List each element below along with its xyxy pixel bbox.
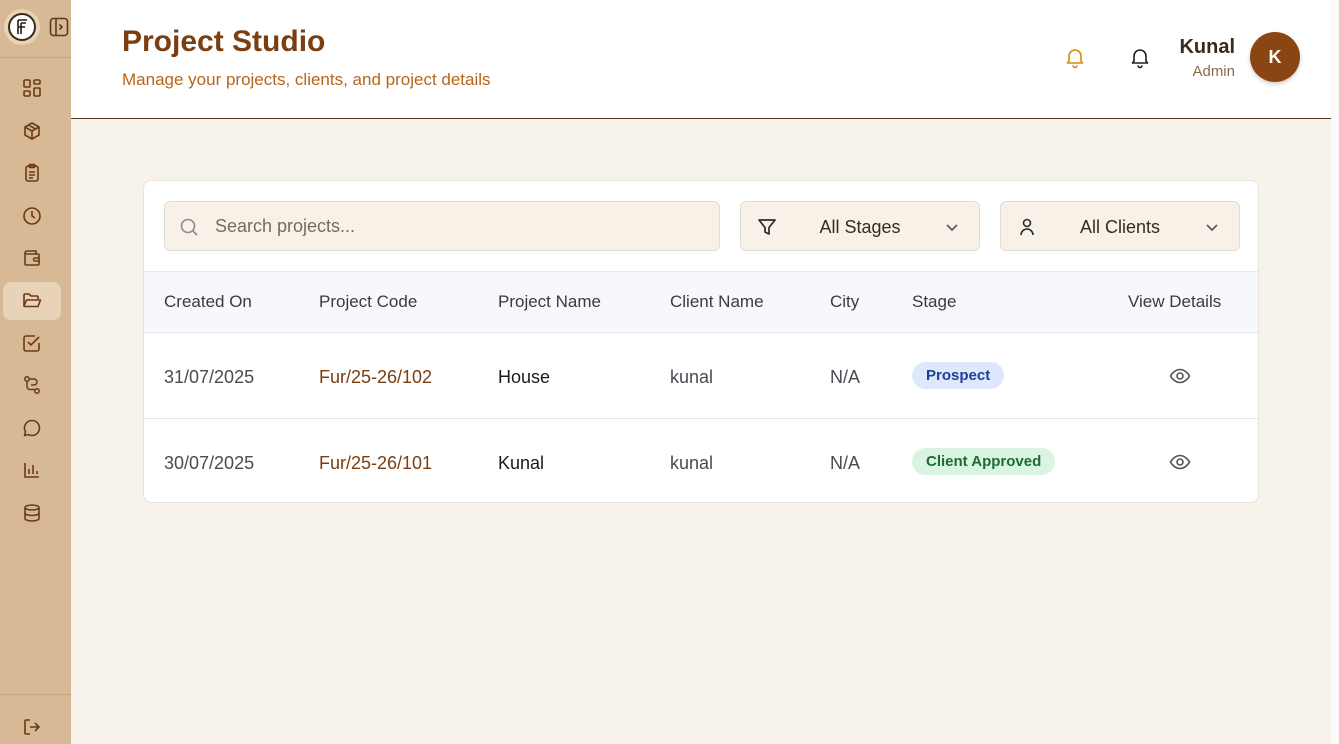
clipboard-icon xyxy=(25,163,39,182)
user-role: Admin xyxy=(1192,63,1235,80)
column-header-created-on[interactable]: Created On xyxy=(164,292,252,312)
folder-open-icon xyxy=(23,293,42,308)
stage-filter-select[interactable]: All Stages xyxy=(740,201,980,251)
sidebar-item-products[interactable] xyxy=(3,112,61,150)
user-name: Kunal xyxy=(1179,36,1235,58)
stage-badge: Prospect xyxy=(912,362,1005,389)
route-icon xyxy=(24,376,40,394)
sidebar-item-history[interactable] xyxy=(3,197,61,235)
view-details-eye-icon[interactable] xyxy=(1169,365,1191,387)
column-header-project-code[interactable]: Project Code xyxy=(319,292,417,312)
alerts-bell-icon[interactable] xyxy=(1128,45,1152,69)
column-header-project-name[interactable]: Project Name xyxy=(498,292,601,312)
sidebar-item-reports[interactable] xyxy=(3,451,61,489)
sidebar-item-workflow[interactable] xyxy=(3,366,61,404)
chat-icon xyxy=(23,419,41,437)
project-name-cell: House xyxy=(498,367,551,387)
chevron-down-icon xyxy=(946,224,958,232)
checkbox-icon xyxy=(23,335,40,352)
box-icon xyxy=(24,122,40,140)
project-name-cell: Kunal xyxy=(498,453,545,473)
sidebar-item-dashboard[interactable] xyxy=(3,69,61,107)
wallet-icon xyxy=(24,250,40,266)
project-code-cell: Fur/25-26/102 xyxy=(319,367,433,387)
sidebar-item-projects[interactable] xyxy=(3,282,61,320)
sidebar-item-database[interactable] xyxy=(3,494,61,532)
client-filter-select[interactable]: All Clients xyxy=(1000,201,1240,251)
client-name-cell: kunal xyxy=(670,453,714,473)
stage-badge: Client Approved xyxy=(912,448,1056,475)
notification-bell-icon[interactable] xyxy=(1063,45,1087,69)
column-header-client-name[interactable]: Client Name xyxy=(670,292,764,312)
column-header-city[interactable]: City xyxy=(830,292,859,312)
page-header: Project Studio Manage your projects, cli… xyxy=(71,0,1331,119)
sidebar-item-approvals[interactable] xyxy=(3,324,61,362)
city-cell: N/A xyxy=(830,453,861,473)
clock-icon xyxy=(23,207,41,225)
created-on-cell: 31/07/2025 xyxy=(164,367,255,387)
view-details-eye-icon[interactable] xyxy=(1169,451,1191,473)
table-header: Created On Project Code Project Name Cli… xyxy=(144,271,1258,333)
project-code-cell: Fur/25-26/101 xyxy=(319,453,433,473)
search-input[interactable] xyxy=(215,202,705,250)
search-box xyxy=(164,201,720,251)
table-row[interactable]: 30/07/2025 Fur/25-26/101 Kunal kunal N/A… xyxy=(144,419,1258,502)
table-row[interactable]: 31/07/2025 Fur/25-26/102 House kunal N/A… xyxy=(144,333,1258,419)
bar-chart-icon xyxy=(24,463,39,478)
sidebar-footer xyxy=(0,694,71,744)
column-header-stage[interactable]: Stage xyxy=(912,292,956,312)
search-icon xyxy=(180,218,198,236)
dashboard-icon xyxy=(23,79,41,97)
column-header-view-details: View Details xyxy=(1128,292,1222,311)
page-title: Project Studio xyxy=(122,25,326,58)
sidebar xyxy=(0,0,71,744)
sidebar-header xyxy=(0,0,71,58)
created-on-cell: 30/07/2025 xyxy=(164,453,255,473)
sidebar-item-wallet[interactable] xyxy=(3,239,61,277)
database-icon xyxy=(24,504,40,522)
chevron-down-icon xyxy=(1206,224,1218,232)
avatar[interactable]: K xyxy=(1250,32,1300,82)
client-name-cell: kunal xyxy=(670,367,714,387)
logout-icon[interactable] xyxy=(20,715,44,739)
city-cell: N/A xyxy=(830,367,861,387)
page-subtitle: Manage your projects, clients, and proje… xyxy=(122,70,491,89)
scroll-gutter xyxy=(1331,0,1339,744)
sidebar-item-tasks[interactable] xyxy=(3,154,61,192)
projects-card: All Stages All Clients Created On Projec… xyxy=(143,180,1259,503)
sidebar-collapse-icon[interactable] xyxy=(48,16,70,38)
sidebar-item-messages[interactable] xyxy=(3,409,61,447)
brand-logo-icon[interactable] xyxy=(4,9,40,45)
